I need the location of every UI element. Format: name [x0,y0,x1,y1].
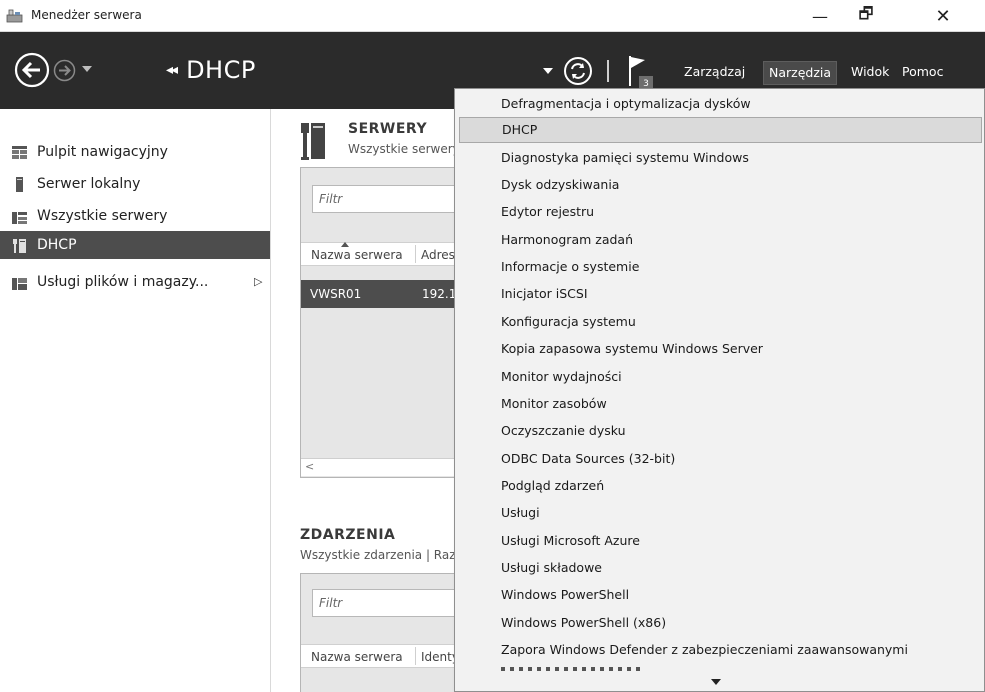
tools-dropdown-menu: Defragmentacja i optymalizacja dysków DH… [454,88,985,692]
servers-panel: Filtr Nazwa serwera Adres IPv4 VWSR01 19… [300,167,470,478]
back-arrow-icon[interactable] [14,52,50,88]
menu-item-windows-server-backup[interactable]: Kopia zapasowa systemu Windows Server [459,336,982,362]
events-panel: Filtr Nazwa serwera Identyfikator [300,573,470,692]
events-section-title: ZDARZENIA [300,527,396,543]
menu-item-event-viewer[interactable]: Podgląd zdarzeń [459,473,982,499]
file-services-icon [12,277,27,290]
menu-item-registry-editor[interactable]: Edytor rejestru [459,199,982,225]
column-divider[interactable] [415,245,416,263]
close-button[interactable]: ✕ [920,0,966,32]
menu-item-task-scheduler[interactable]: Harmonogram zadań [459,227,982,253]
submenu-arrow-icon: ▷ [254,275,263,288]
menu-view[interactable]: Widok [846,61,894,85]
maximize-button[interactable]: 🗗 [843,0,889,32]
local-server-icon [16,176,23,192]
menu-item-powershell[interactable]: Windows PowerShell [459,582,982,608]
breadcrumb: ◂◂ DHCP [166,54,256,86]
menu-item-defender-firewall[interactable]: Zapora Windows Defender z zabezpieczenia… [459,637,982,663]
menu-item-performance-monitor[interactable]: Monitor wydajności [459,364,982,390]
dhcp-icon [13,238,26,253]
sidebar-item-label: Pulpit nawigacyjny [37,144,168,160]
sidebar: Pulpit nawigacyjny Serwer lokalny Wszyst… [0,109,271,692]
horizontal-scrollbar[interactable]: < [301,458,469,476]
menu-item-system-information[interactable]: Informacje o systemie [459,254,982,280]
minimize-button[interactable]: — [797,0,843,32]
events-filter-input[interactable]: Filtr [312,589,469,617]
forward-arrow-icon[interactable] [53,59,76,82]
chevron-down-icon[interactable] [81,63,93,75]
page-title: DHCP [186,56,256,84]
scroll-down-icon[interactable] [711,678,721,686]
sidebar-item-label: Usługi plików i magazy... [37,274,209,290]
menu-item-services[interactable]: Usługi [459,500,982,526]
scroll-left-button[interactable]: < [305,460,314,473]
menu-item-component-services[interactable]: Usługi składowe [459,555,982,581]
column-server-name[interactable]: Nazwa serwera [311,650,403,664]
all-servers-icon [12,211,27,224]
sidebar-item-dashboard[interactable]: Pulpit nawigacyjny [0,138,270,166]
menu-help[interactable]: Pomoc [897,61,948,85]
sidebar-item-label: Wszystkie serwery [37,208,168,224]
events-table-header: Nazwa serwera Identyfikator [301,644,469,668]
menu-item-partial [501,667,641,671]
cell-server-name: VWSR01 [310,287,362,301]
menu-item-defrag[interactable]: Defragmentacja i optymalizacja dysków [459,91,982,117]
server-manager-icon [6,9,23,23]
column-divider[interactable] [415,647,416,665]
column-server-name[interactable]: Nazwa serwera [311,248,403,262]
header-divider [607,60,609,82]
menu-item-recovery-drive[interactable]: Dysk odzyskiwania [459,172,982,198]
servers-table-header: Nazwa serwera Adres IPv4 [301,242,469,266]
menu-item-dhcp[interactable]: DHCP [459,117,982,143]
menu-item-resource-monitor[interactable]: Monitor zasobów [459,391,982,417]
chevron-down-icon[interactable] [543,67,553,75]
sidebar-item-label: Serwer lokalny [37,176,141,192]
servers-filter-input[interactable]: Filtr [312,185,469,213]
events-section-subtitle[interactable]: Wszystkie zdarzenia | Razem [300,548,454,562]
menu-item-system-configuration[interactable]: Konfiguracja systemu [459,309,982,335]
sidebar-item-label: DHCP [37,237,77,253]
cell-ip: 192.1 [422,287,457,301]
menu-item-odbc-32[interactable]: ODBC Data Sources (32-bit) [459,446,982,472]
menu-manage[interactable]: Zarządzaj [679,61,750,85]
menu-item-disk-cleanup[interactable]: Oczyszczanie dysku [459,418,982,444]
servers-icon [301,123,325,160]
servers-section-title: SERWERY [348,121,428,137]
menu-item-azure-services[interactable]: Usługi Microsoft Azure [459,528,982,554]
sidebar-item-local-server[interactable]: Serwer lokalny [0,170,270,198]
sidebar-item-file-services[interactable]: Usługi plików i magazy... ▷ [0,268,270,296]
sidebar-item-dhcp[interactable]: DHCP [0,231,270,259]
menu-item-memory-diagnostics[interactable]: Diagnostyka pamięci systemu Windows [459,145,982,171]
sidebar-item-all-servers[interactable]: Wszystkie serwery [0,202,270,230]
menu-tools[interactable]: Narzędzia [763,61,838,85]
menu-item-iscsi-initiator[interactable]: Inicjator iSCSI [459,281,982,307]
menu-item-powershell-x86[interactable]: Windows PowerShell (x86) [459,610,982,636]
table-row[interactable]: VWSR01 192.1 [301,280,469,308]
servers-section-subtitle[interactable]: Wszystkie serwery [348,142,454,156]
notifications-flag-icon[interactable]: 3 [627,54,655,90]
refresh-icon[interactable] [563,56,593,86]
sort-ascending-icon [341,242,349,247]
breadcrumb-chevron-icon: ◂◂ [166,62,178,78]
title-bar: Menedżer serwera — 🗗 ✕ [0,0,985,32]
dashboard-icon [12,145,27,159]
window-title: Menedżer serwera [31,8,142,22]
